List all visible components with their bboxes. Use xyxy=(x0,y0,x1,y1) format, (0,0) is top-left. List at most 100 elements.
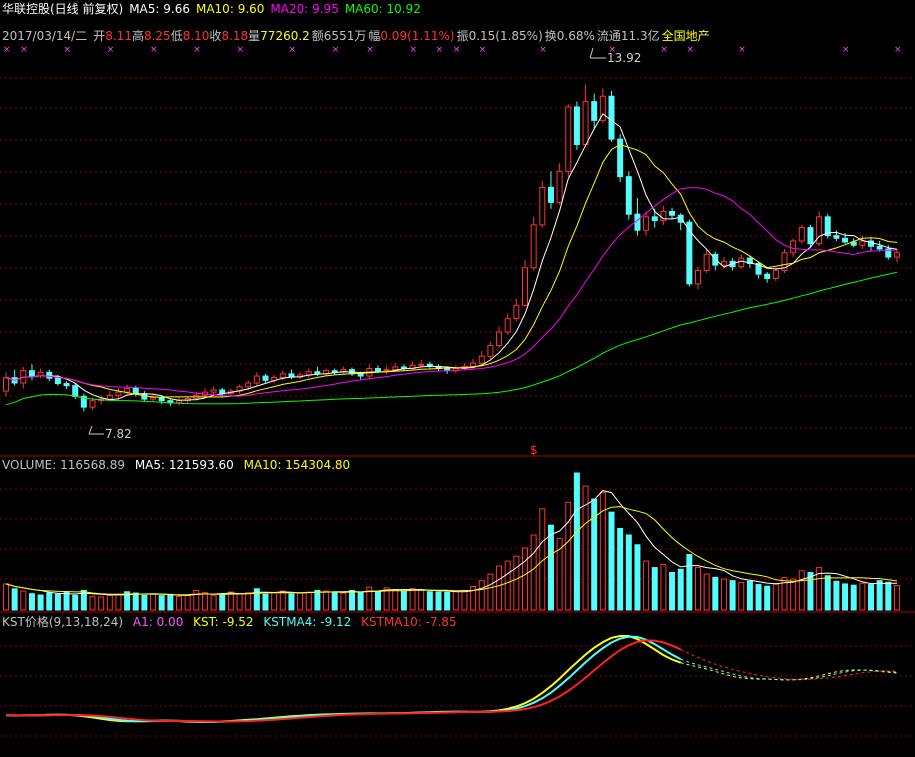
candle-body xyxy=(28,370,35,377)
amplitude-value: 振0.15(1.85%) xyxy=(456,29,543,43)
candle-body xyxy=(556,170,563,203)
volume-bar xyxy=(703,573,710,611)
candle-body xyxy=(54,377,61,385)
min-price-label: 7.82 xyxy=(105,427,132,441)
volume-bar xyxy=(824,575,831,611)
candle-body xyxy=(89,400,96,408)
ma10-value: 9.60 xyxy=(237,2,265,16)
volume-bar xyxy=(426,591,433,611)
volume-bar xyxy=(833,580,840,611)
change-label: 幅 xyxy=(368,29,381,43)
volume-bar xyxy=(184,594,191,611)
candle-body xyxy=(738,257,745,268)
candle-body xyxy=(158,396,165,402)
vol-value: 77260.2 xyxy=(260,29,310,43)
candle-body xyxy=(833,235,840,239)
volume-bar xyxy=(608,511,615,611)
kst-a1: A1: 0.00 xyxy=(132,615,184,629)
volume-bar xyxy=(885,581,892,611)
candle-body xyxy=(703,253,710,271)
candle-body xyxy=(115,391,122,396)
volume-bar xyxy=(729,580,736,611)
close-label: 收 xyxy=(209,29,222,43)
candle-body xyxy=(539,186,546,226)
volume-bar xyxy=(695,567,701,611)
low-value: 8.10 xyxy=(182,29,210,43)
volume-bar xyxy=(435,591,442,611)
volume-bar xyxy=(158,595,165,611)
volume-bar xyxy=(444,591,451,611)
candle-body xyxy=(176,400,182,404)
volume-bar xyxy=(11,588,18,611)
volume-bar xyxy=(28,593,35,611)
signal-mark: × xyxy=(738,45,746,55)
turnover-value: 换0.68% xyxy=(544,29,595,43)
change-value: 0.09(1.11%) xyxy=(380,29,455,43)
candle-body xyxy=(357,373,364,377)
candle-body xyxy=(374,368,381,372)
volume-bar xyxy=(54,593,61,611)
kstma4-line xyxy=(5,635,682,723)
volume-bar xyxy=(893,585,900,611)
vol-label: 量 xyxy=(248,29,261,43)
candle-body xyxy=(764,273,771,279)
candle-body xyxy=(124,387,131,393)
volume-bar xyxy=(63,591,70,611)
kst-title: KST价格(9,13,18,24) xyxy=(2,615,124,629)
candle-body xyxy=(591,101,598,121)
candle-body xyxy=(686,221,693,285)
volume-bar xyxy=(323,590,330,611)
candle-body xyxy=(63,383,70,387)
candle-body xyxy=(392,366,399,371)
signal-mark: × xyxy=(332,45,340,55)
candle-body xyxy=(3,377,9,392)
volume-bar xyxy=(522,547,528,611)
chart-canvas: × × × × × × × × × × × × × × × × × × × × × 13.92 7.82 $ xyxy=(0,45,915,737)
volume-bar xyxy=(106,594,113,611)
float-value: 流通11.3亿 xyxy=(596,29,660,43)
signal-mark: × xyxy=(3,45,11,55)
volume-bar xyxy=(738,582,745,611)
candle-body xyxy=(547,186,554,203)
volume-bar xyxy=(392,588,399,611)
signal-mark: × xyxy=(20,45,28,55)
candle-body xyxy=(790,240,797,254)
candle-body xyxy=(478,355,485,364)
volume-bar xyxy=(677,568,684,611)
kst-line xyxy=(5,635,682,724)
volume-bar xyxy=(409,587,416,611)
candle-body xyxy=(210,389,217,393)
candle-body xyxy=(150,396,157,400)
ma10-line xyxy=(5,144,898,398)
volume-bar xyxy=(850,584,857,611)
candle-body xyxy=(807,227,814,245)
volume-bar xyxy=(573,472,580,611)
candle-body xyxy=(279,373,286,379)
volume-ma10: MA10: 154304.80 xyxy=(243,458,351,472)
candle-body xyxy=(253,375,260,384)
volume-ma5: MA5: 121593.60 xyxy=(134,458,234,472)
ma20-label: MA20: xyxy=(270,2,309,16)
ma20-value: 9.95 xyxy=(312,2,339,16)
volume-bar xyxy=(643,560,650,611)
volume-bar xyxy=(547,524,554,611)
volume-bar xyxy=(98,596,105,611)
volume-bar xyxy=(651,567,658,611)
volume-bar xyxy=(746,580,753,611)
signal-mark: × xyxy=(479,45,487,55)
ma5-value: 9.66 xyxy=(163,2,190,16)
candle-body xyxy=(608,95,615,140)
volume-bar xyxy=(530,534,537,611)
volume-bar xyxy=(46,592,53,611)
amount-value: 额6551万 xyxy=(311,29,367,43)
volume-bar xyxy=(141,594,148,611)
volume-bar xyxy=(201,592,208,611)
info-date: 2017/03/14/二 xyxy=(2,29,88,43)
info-bar: 2017/03/14/二 开8.11高8.25低8.10收8.18量77260.2… xyxy=(2,28,716,44)
high-label: 高 xyxy=(131,29,144,43)
signal-mark: × xyxy=(288,45,296,55)
volume-bar xyxy=(89,595,96,611)
candle-body xyxy=(106,394,113,400)
sector-link[interactable]: 全国地产 xyxy=(662,29,710,43)
candle-body xyxy=(46,371,53,379)
